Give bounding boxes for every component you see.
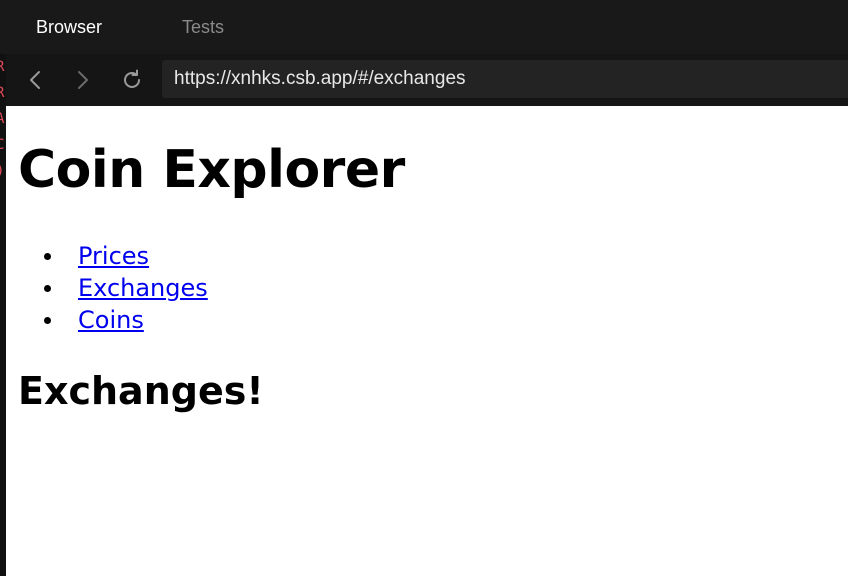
- bullet-icon: [44, 253, 51, 260]
- forward-arrow-icon: [78, 71, 88, 89]
- reload-button[interactable]: [118, 66, 146, 94]
- back-button[interactable]: [22, 66, 50, 94]
- list-item: Coins: [18, 304, 208, 336]
- section-heading: Exchanges!: [18, 369, 264, 413]
- tab-browser[interactable]: Browser: [36, 17, 102, 38]
- coins-link[interactable]: Coins: [78, 306, 144, 334]
- browser-navbar: https://xnhks.csb.app/#/exchanges: [6, 54, 848, 106]
- reload-icon: [124, 69, 140, 88]
- bullet-icon: [44, 285, 51, 292]
- tab-tests[interactable]: Tests: [182, 17, 224, 38]
- url-input[interactable]: https://xnhks.csb.app/#/exchanges: [162, 60, 848, 98]
- back-arrow-icon: [30, 71, 40, 89]
- devtools-tabbar: Browser Tests: [0, 0, 848, 54]
- page-title: Coin Explorer: [18, 140, 405, 200]
- list-item: Exchanges: [18, 272, 208, 304]
- list-item: Prices: [18, 240, 208, 272]
- bullet-icon: [44, 317, 51, 324]
- forward-button[interactable]: [68, 66, 96, 94]
- page-viewport: Coin Explorer Prices Exchanges Coins Exc…: [6, 106, 848, 576]
- nav-link-list: Prices Exchanges Coins: [18, 240, 208, 336]
- prices-link[interactable]: Prices: [78, 242, 149, 270]
- exchanges-link[interactable]: Exchanges: [78, 274, 208, 302]
